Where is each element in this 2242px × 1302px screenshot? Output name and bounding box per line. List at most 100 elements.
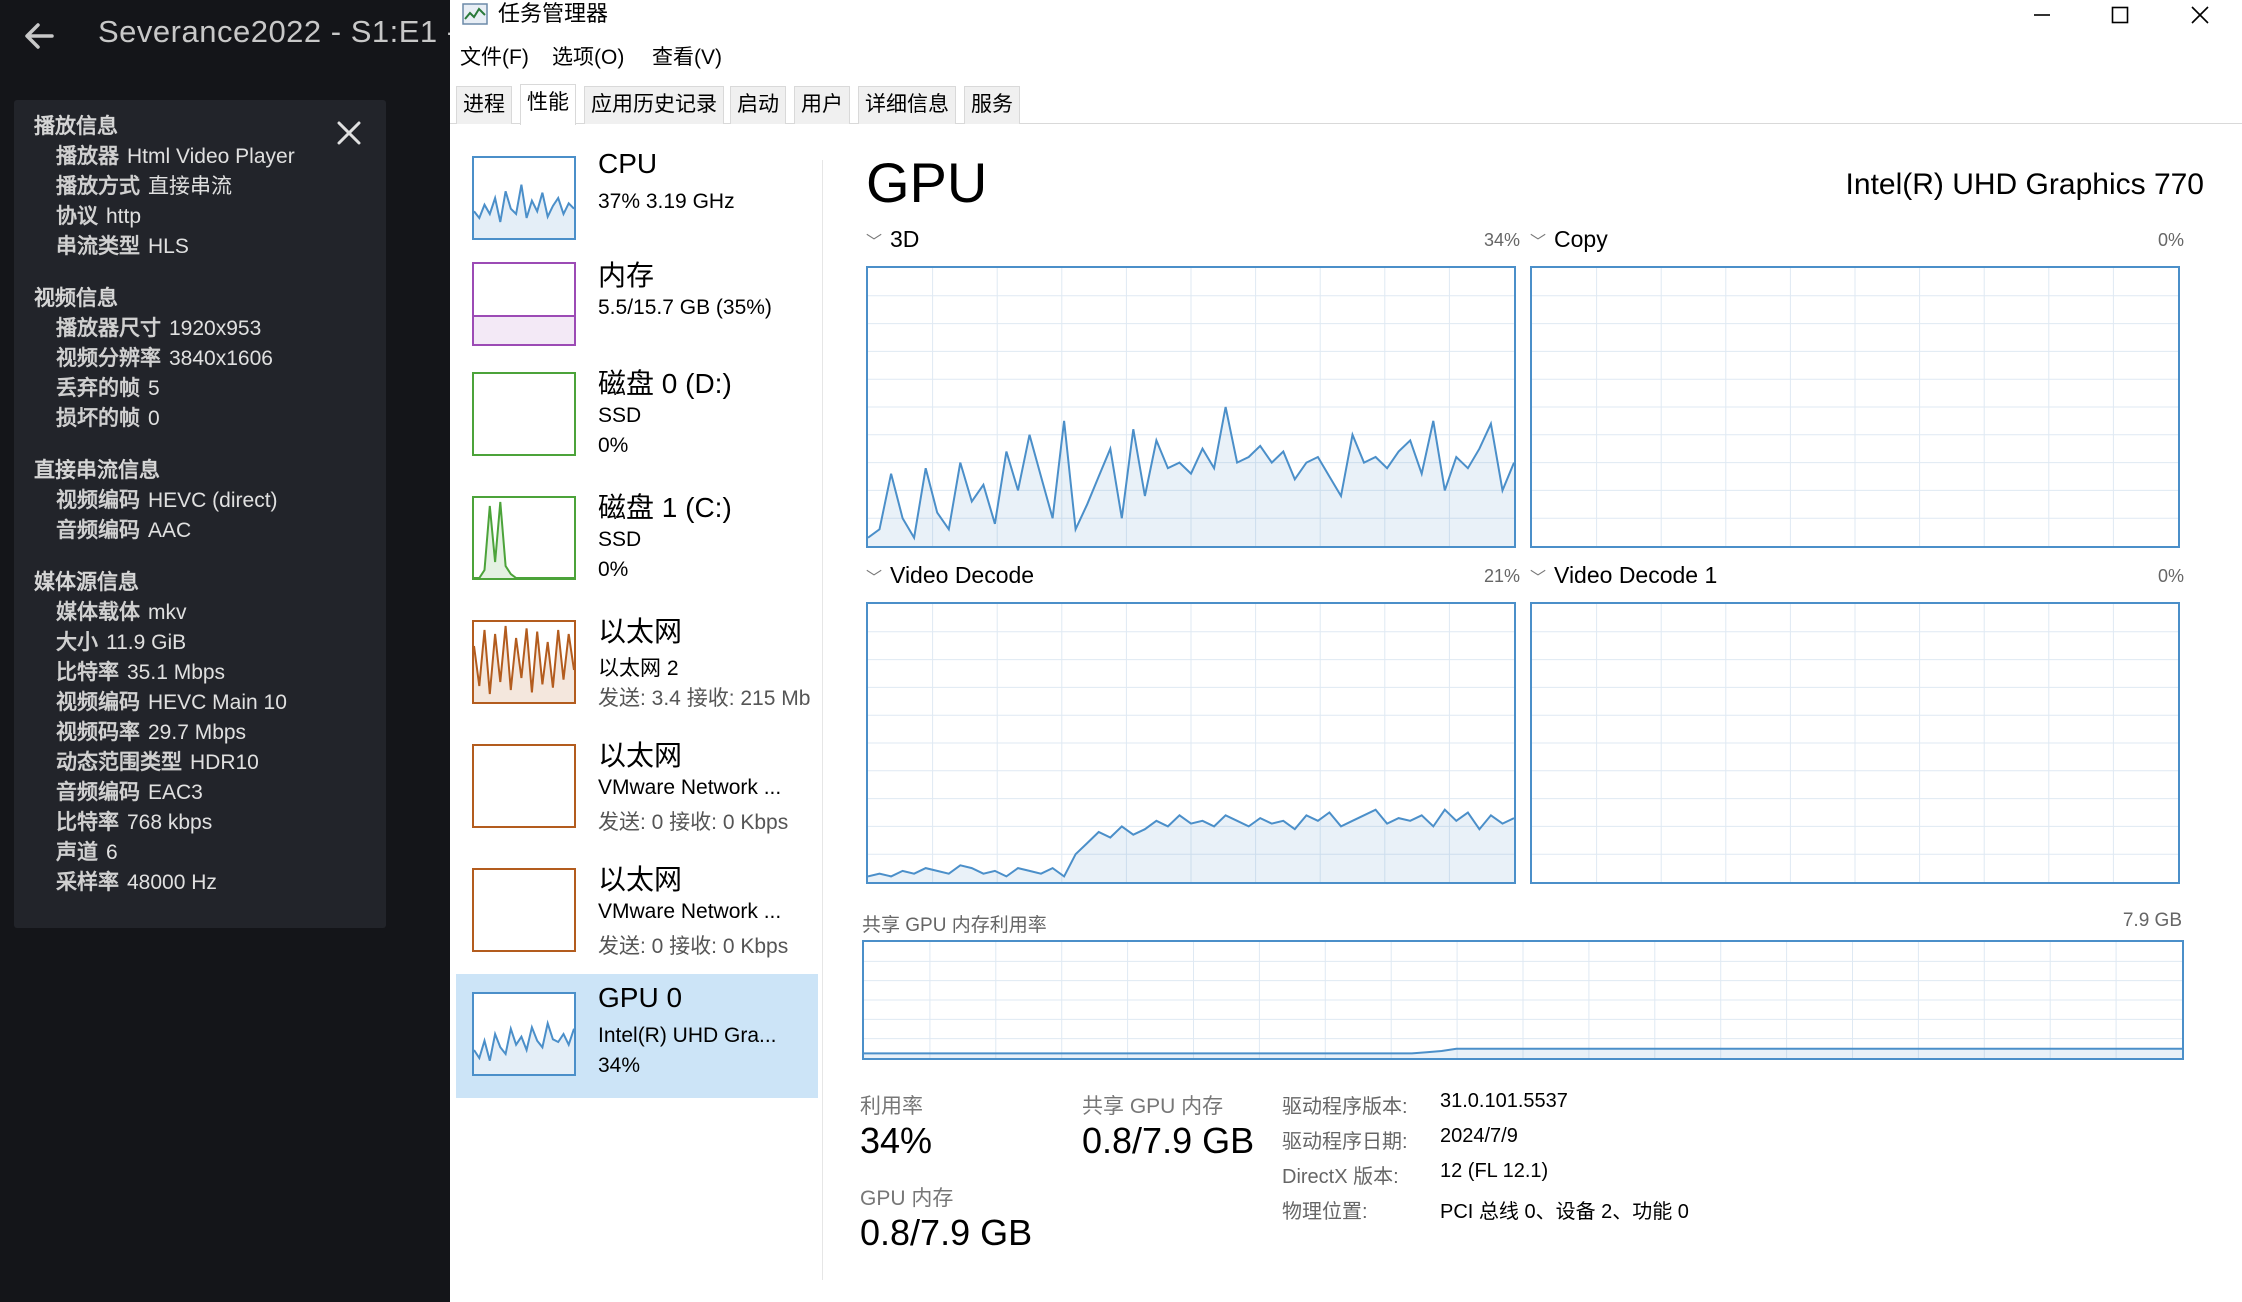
info-row: 采样率 48000 Hz (34, 868, 287, 898)
memory-thumbnail (472, 262, 576, 346)
graph-shared-memory (862, 940, 2184, 1060)
info-value: 5 (148, 377, 160, 400)
sidebar-item-gpu0[interactable]: GPU 0 Intel(R) UHD Gra... 34% (456, 974, 818, 1098)
gpu-memory-value: 0.8/7.9 GB (860, 1212, 1033, 1253)
info-key: 视频编码 (56, 489, 140, 512)
title-bar[interactable]: 任务管理器 (450, 0, 2242, 30)
info-key: 播放方式 (56, 175, 140, 198)
info-key: 音频编码 (56, 781, 140, 804)
info-value: 35.1 Mbps (127, 661, 226, 684)
engine-selector-video-decode[interactable]: ﹀ Video Decode (866, 562, 1034, 589)
engine-label: 3D (890, 226, 920, 252)
tab-processes[interactable]: 进程 (456, 86, 512, 124)
engine-selector-copy[interactable]: ﹀ Copy (1530, 226, 1608, 253)
sidebar-item-ethernet-vmware-2[interactable]: 以太网 VMware Network ... 发送: 0 接收: 0 Kbps (456, 850, 818, 974)
back-arrow-icon[interactable] (18, 14, 62, 58)
sidebar-item-detail: 以太网 2 (598, 657, 679, 680)
info-row: 播放器 Html Video Player (34, 142, 295, 172)
tab-performance[interactable]: 性能 (520, 84, 576, 125)
info-row: 损坏的帧 0 (34, 404, 273, 434)
sidebar-item-detail: SSD (598, 528, 642, 551)
minimize-button[interactable] (2012, 0, 2072, 30)
info-row: 丢弃的帧 5 (34, 374, 273, 404)
sidebar-item-detail: 5.5/15.7 GB (35%) (598, 296, 772, 319)
tab-details[interactable]: 详细信息 (858, 86, 956, 124)
sidebar-item-disk1[interactable]: 磁盘 1 (C:) SSD 0% (456, 478, 818, 602)
info-row: 播放方式 直接串流 (34, 172, 295, 202)
info-row: 比特率 35.1 Mbps (34, 658, 287, 688)
info-row: 串流类型 HLS (34, 232, 295, 262)
driver-version-value: 31.0.101.5537 (1440, 1090, 1568, 1112)
driver-date-label: 驱动程序日期: (1282, 1131, 1408, 1153)
gpu-thumb-area (474, 1023, 574, 1074)
engine-label: Video Decode (890, 562, 1035, 588)
tab-startup[interactable]: 启动 (730, 86, 786, 124)
graph-video-decode-1 (1530, 602, 2180, 884)
task-manager-icon (462, 3, 488, 25)
tab-services[interactable]: 服务 (964, 86, 1020, 124)
sidebar-item-title: 磁盘 0 (D:) (598, 368, 732, 399)
info-key: 声道 (56, 841, 98, 864)
playback-info-panel: 播放信息 播放器 Html Video Player 播放方式 直接串流 协议 http 串流… (14, 100, 386, 928)
info-row: 媒体载体 mkv (34, 598, 287, 628)
close-icon[interactable] (334, 118, 364, 148)
info-section-heading: 直接串流信息 (34, 459, 160, 482)
video-title: Severance2022 - S1:E1 - (98, 14, 458, 49)
utilization-label: 利用率 (860, 1095, 923, 1118)
chevron-down-icon: ﹀ (1530, 234, 1547, 251)
sidebar-item-title: CPU (598, 148, 658, 179)
sidebar-item-detail: SSD (598, 404, 642, 427)
maximize-button[interactable] (2090, 0, 2150, 30)
graph-copy (1530, 266, 2180, 548)
driver-date-value: 2024/7/9 (1440, 1125, 1518, 1147)
menu-file[interactable]: 文件(F) (460, 40, 529, 76)
sidebar-item-title: 以太网 (598, 616, 683, 647)
menu-view[interactable]: 查看(V) (652, 40, 722, 76)
info-value: HEVC Main 10 (148, 691, 287, 714)
info-row: 比特率 768 kbps (34, 808, 287, 838)
physical-location-label: 物理位置: (1282, 1201, 1368, 1223)
disk0-thumbnail (472, 372, 576, 456)
sidebar-item-title: GPU 0 (598, 982, 683, 1013)
window-title: 任务管理器 (498, 1, 609, 26)
sidebar-item-disk0[interactable]: 磁盘 0 (D:) SSD 0% (456, 354, 818, 478)
menu-options[interactable]: 选项(O) (552, 40, 624, 76)
sidebar-item-memory[interactable]: 内存 5.5/15.7 GB (35%) (456, 246, 818, 370)
shared-memory-max: 7.9 GB (2122, 910, 2182, 931)
info-key: 播放器尺寸 (56, 317, 161, 340)
engine-label: Copy (1554, 226, 1608, 252)
engine-percent: 21% (1483, 566, 1520, 586)
info-value: 11.9 GiB (106, 631, 187, 654)
performance-sidebar: CPU 37% 3.19 GHz 内存 5.5/15.7 GB (35%) 磁盘… (450, 140, 820, 1302)
tab-app-history[interactable]: 应用历史记录 (584, 86, 724, 124)
info-key: 大小 (56, 631, 98, 654)
info-section-heading: 媒体源信息 (34, 571, 139, 594)
sidebar-item-ethernet-2[interactable]: 以太网 以太网 2 发送: 3.4 接收: 215 Mb (456, 602, 818, 726)
info-value: 3840x1606 (169, 347, 273, 370)
sidebar-item-title: 磁盘 1 (C:) (598, 492, 732, 523)
info-key: 播放器 (56, 145, 119, 168)
video-player: Severance2022 - S1:E1 - 播放信息播放器 Html Vide… (0, 0, 457, 1302)
info-row: 视频编码 HEVC (direct) (34, 486, 278, 516)
engine-selector-video-decode-1[interactable]: ﹀ Video Decode 1 (1530, 562, 1717, 589)
shared-memory-value: 0.8/7.9 GB (1082, 1120, 1255, 1161)
sidebar-item-title: 内存 (598, 260, 655, 291)
player-topbar: Severance2022 - S1:E1 - (0, 0, 457, 70)
ethernet-thumbnail (472, 620, 576, 704)
info-value: mkv (148, 601, 187, 624)
ethernet-thumbnail (472, 744, 576, 828)
disk1-thumbnail (472, 496, 576, 580)
engine-selector-3d[interactable]: ﹀ 3D (866, 226, 919, 253)
info-section: 直接串流信息 视频编码 HEVC (direct) 音频编码 AAC (34, 456, 278, 546)
info-row: 音频编码 EAC3 (34, 778, 287, 808)
sidebar-item-title: 以太网 (598, 740, 683, 771)
info-row: 播放器尺寸 1920x953 (34, 314, 273, 344)
sidebar-item-ethernet-vmware-1[interactable]: 以太网 VMware Network ... 发送: 0 接收: 0 Kbps (456, 726, 818, 850)
gpu-heading: GPU (866, 151, 988, 214)
close-window-button[interactable] (2170, 0, 2230, 30)
shared-memory-label: 共享 GPU 内存 (1082, 1095, 1224, 1118)
info-value: AAC (148, 519, 192, 542)
graph-video-decode (866, 602, 1516, 884)
tab-users[interactable]: 用户 (794, 86, 850, 124)
info-section-heading: 播放信息 (34, 115, 118, 138)
